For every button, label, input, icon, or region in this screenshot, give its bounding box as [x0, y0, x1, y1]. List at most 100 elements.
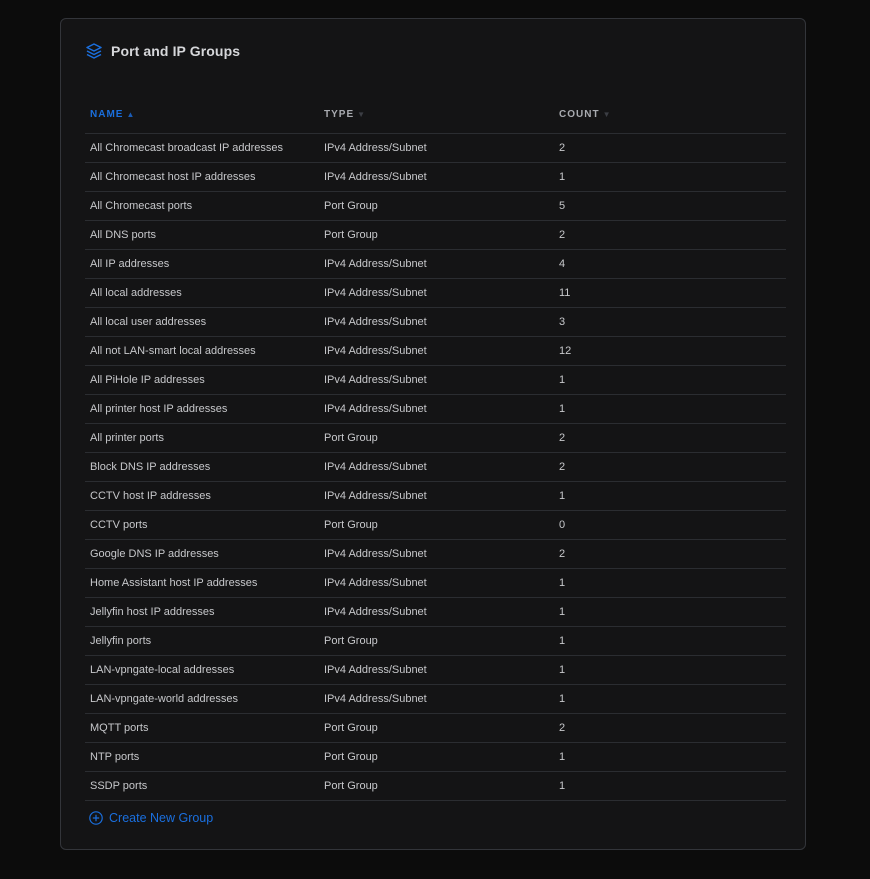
cell-count: 3	[554, 307, 786, 337]
table-row[interactable]: All local user addresses IPv4 Address/Sub…	[85, 307, 786, 337]
cell-count: 1	[554, 771, 786, 801]
plus-circle-icon	[89, 811, 103, 825]
cell-name: Home Assistant host IP addresses	[85, 568, 319, 598]
cell-type: IPv4 Address/Subnet	[319, 655, 554, 685]
cell-type: IPv4 Address/Subnet	[319, 307, 554, 337]
cell-count: 4	[554, 249, 786, 279]
cell-name: All IP addresses	[85, 249, 319, 279]
cell-name: Google DNS IP addresses	[85, 539, 319, 569]
table-row[interactable]: All not LAN-smart local addresses IPv4 Ad…	[85, 336, 786, 366]
column-header-count-label: COUNT	[559, 108, 600, 120]
cell-type: IPv4 Address/Subnet	[319, 684, 554, 714]
groups-table: NAME ▲ TYPE ▼ COUNT ▼ All Chromecast broadc…	[85, 95, 786, 801]
cell-count: 5	[554, 191, 786, 221]
sort-icon: ▼	[602, 109, 611, 119]
cell-count: 1	[554, 626, 786, 656]
cell-type: Port Group	[319, 220, 554, 250]
cell-type: IPv4 Address/Subnet	[319, 365, 554, 395]
cell-name: NTP ports	[85, 742, 319, 772]
cell-type: Port Group	[319, 191, 554, 221]
cell-count: 2	[554, 452, 786, 482]
cell-name: CCTV host IP addresses	[85, 481, 319, 511]
cell-name: All PiHole IP addresses	[85, 365, 319, 395]
table-row[interactable]: All DNS ports Port Group 2	[85, 220, 786, 250]
cell-count: 0	[554, 510, 786, 540]
table-row[interactable]: CCTV ports Port Group 0	[85, 510, 786, 540]
table-row[interactable]: All local addresses IPv4 Address/Subnet 11	[85, 278, 786, 308]
cell-name: Jellyfin ports	[85, 626, 319, 656]
cell-name: All Chromecast host IP addresses	[85, 162, 319, 192]
cell-name: All Chromecast broadcast IP addresses	[85, 133, 319, 163]
cell-count: 11	[554, 278, 786, 308]
cell-name: Block DNS IP addresses	[85, 452, 319, 482]
sort-icon: ▼	[357, 109, 366, 119]
column-header-name-label: NAME	[90, 108, 124, 120]
cell-type: Port Group	[319, 626, 554, 656]
table-row[interactable]: MQTT ports Port Group 2	[85, 713, 786, 743]
cell-count: 2	[554, 423, 786, 453]
table-row[interactable]: LAN-vpngate-local addresses IPv4 Address/…	[85, 655, 786, 685]
table-row[interactable]: All Chromecast broadcast IP addresses IPv…	[85, 133, 786, 163]
cell-name: All DNS ports	[85, 220, 319, 250]
table-row[interactable]: Home Assistant host IP addresses IPv4 Add…	[85, 568, 786, 598]
cell-type: Port Group	[319, 713, 554, 743]
table-row[interactable]: All Chromecast ports Port Group 5	[85, 191, 786, 221]
cell-name: All not LAN-smart local addresses	[85, 336, 319, 366]
cell-count: 1	[554, 162, 786, 192]
table-row[interactable]: All printer host IP addresses IPv4 Addres…	[85, 394, 786, 424]
column-header-count[interactable]: COUNT ▼	[554, 95, 786, 134]
sort-asc-icon: ▲	[126, 109, 135, 119]
cell-name: All printer ports	[85, 423, 319, 453]
cell-count: 12	[554, 336, 786, 366]
layers-icon	[85, 42, 103, 60]
cell-count: 1	[554, 684, 786, 714]
cell-type: IPv4 Address/Subnet	[319, 394, 554, 424]
table-row[interactable]: SSDP ports Port Group 1	[85, 771, 786, 801]
table-row[interactable]: LAN-vpngate-world addresses IPv4 Address/…	[85, 684, 786, 714]
table-row[interactable]: CCTV host IP addresses IPv4 Address/Subne…	[85, 481, 786, 511]
cell-name: All printer host IP addresses	[85, 394, 319, 424]
table-row[interactable]: Jellyfin host IP addresses IPv4 Address/S…	[85, 597, 786, 627]
cell-count: 1	[554, 481, 786, 511]
table-row[interactable]: All printer ports Port Group 2	[85, 423, 786, 453]
cell-count: 1	[554, 365, 786, 395]
cell-name: SSDP ports	[85, 771, 319, 801]
cell-name: MQTT ports	[85, 713, 319, 743]
cell-type: IPv4 Address/Subnet	[319, 539, 554, 569]
cell-name: All local addresses	[85, 278, 319, 308]
cell-name: All Chromecast ports	[85, 191, 319, 221]
cell-type: Port Group	[319, 423, 554, 453]
cell-count: 1	[554, 742, 786, 772]
table-row[interactable]: Jellyfin ports Port Group 1	[85, 626, 786, 656]
table-header-row: NAME ▲ TYPE ▼ COUNT ▼	[85, 95, 786, 134]
cell-type: IPv4 Address/Subnet	[319, 568, 554, 598]
cell-count: 2	[554, 713, 786, 743]
column-header-type[interactable]: TYPE ▼	[319, 95, 554, 134]
table-row[interactable]: NTP ports Port Group 1	[85, 742, 786, 772]
cell-type: IPv4 Address/Subnet	[319, 133, 554, 163]
cell-count: 1	[554, 655, 786, 685]
cell-type: IPv4 Address/Subnet	[319, 162, 554, 192]
cell-type: IPv4 Address/Subnet	[319, 597, 554, 627]
create-new-group-button[interactable]: Create New Group	[89, 811, 213, 825]
cell-type: Port Group	[319, 742, 554, 772]
cell-type: IPv4 Address/Subnet	[319, 278, 554, 308]
column-header-type-label: TYPE	[324, 108, 355, 120]
cell-name: All local user addresses	[85, 307, 319, 337]
table-row[interactable]: All IP addresses IPv4 Address/Subnet 4	[85, 249, 786, 279]
port-ip-groups-panel: Port and IP Groups NAME ▲ TYPE ▼ COUNT ▼ Al…	[60, 18, 806, 850]
table-row[interactable]: Google DNS IP addresses IPv4 Address/Subn…	[85, 539, 786, 569]
cell-name: LAN-vpngate-world addresses	[85, 684, 319, 714]
cell-count: 2	[554, 133, 786, 163]
cell-name: LAN-vpngate-local addresses	[85, 655, 319, 685]
create-new-group-label: Create New Group	[109, 811, 214, 825]
table-row[interactable]: Block DNS IP addresses IPv4 Address/Subne…	[85, 452, 786, 482]
table-row[interactable]: All PiHole IP addresses IPv4 Address/Subn…	[85, 365, 786, 395]
cell-name: CCTV ports	[85, 510, 319, 540]
cell-type: Port Group	[319, 510, 554, 540]
panel-title: Port and IP Groups	[111, 43, 241, 59]
cell-type: IPv4 Address/Subnet	[319, 249, 554, 279]
column-header-name[interactable]: NAME ▲	[85, 95, 319, 134]
cell-count: 1	[554, 568, 786, 598]
table-row[interactable]: All Chromecast host IP addresses IPv4 Add…	[85, 162, 786, 192]
